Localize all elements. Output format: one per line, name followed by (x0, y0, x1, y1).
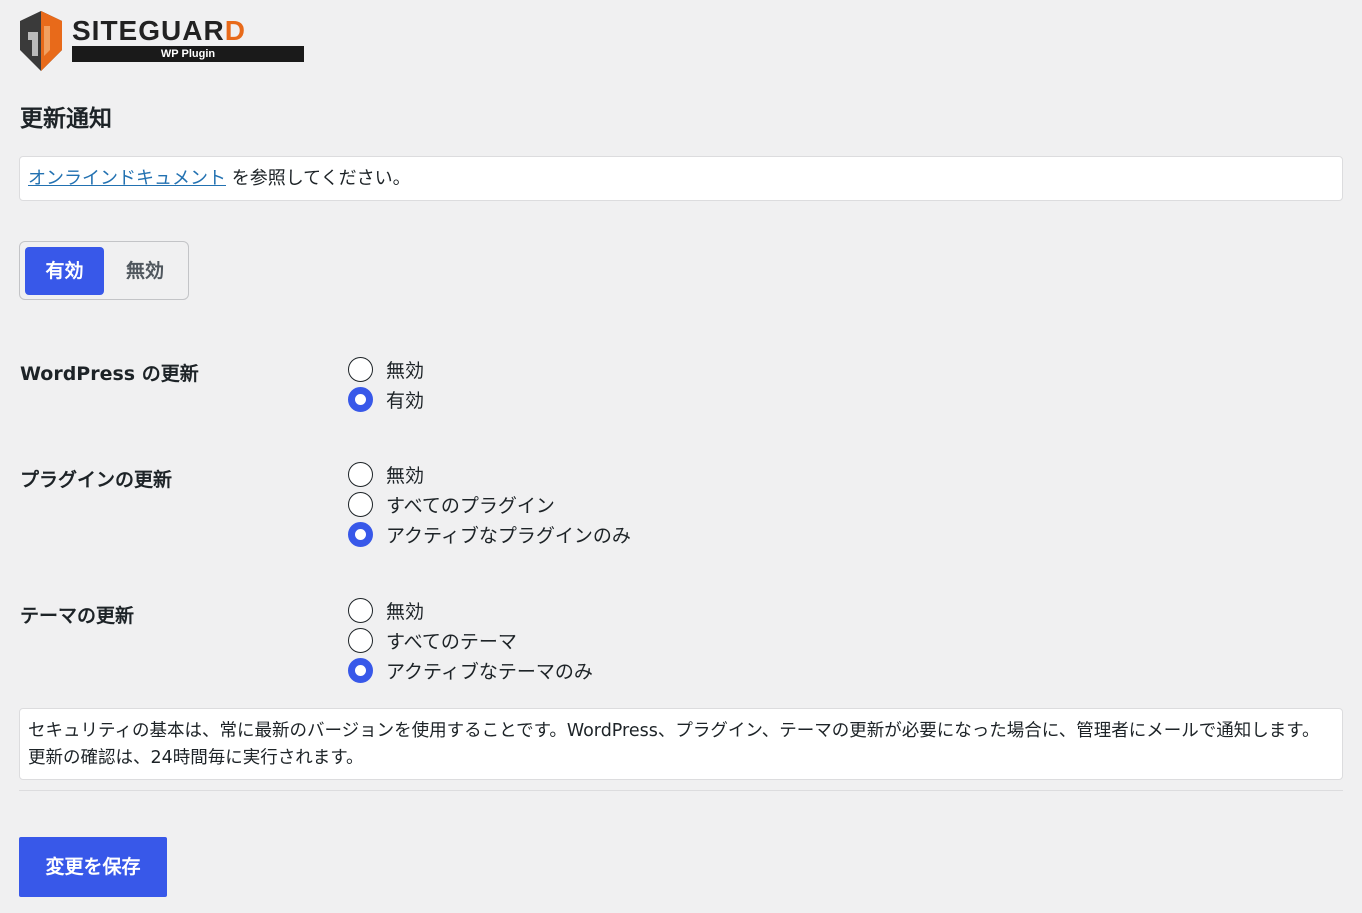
theme-update-option-disabled[interactable]: 無効 (348, 595, 424, 625)
divider (19, 790, 1343, 791)
logo-subtitle: WP Plugin (72, 46, 304, 62)
radio-checked-icon[interactable] (348, 521, 373, 547)
theme-update-option-active-only[interactable]: アクティブなテーマのみ (348, 655, 593, 685)
plugin-update-option-disabled[interactable]: 無効 (348, 459, 424, 489)
plugin-update-label: プラグインの更新 (20, 469, 173, 491)
siteguard-logo: SITEGUARD WP Plugin (18, 10, 308, 74)
plugin-update-option-all[interactable]: すべてのプラグイン (348, 489, 555, 519)
enable-toggle: 有効 無効 (19, 241, 189, 300)
plugin-update-option-active-only[interactable]: アクティブなプラグインのみ (348, 519, 631, 549)
documentation-notice: オンラインドキュメント を参照してください。 (19, 156, 1343, 201)
description-box: セキュリティの基本は、常に最新のバージョンを使用することです。WordPress… (19, 708, 1343, 780)
wordpress-update-label: WordPress の更新 (20, 363, 199, 385)
shield-logo-icon (20, 11, 62, 71)
radio-checked-icon[interactable] (348, 657, 373, 683)
radio-unchecked-icon[interactable] (348, 356, 373, 382)
theme-update-label: テーマの更新 (20, 605, 135, 627)
toggle-enable-button[interactable]: 有効 (25, 247, 104, 295)
radio-unchecked-icon[interactable] (348, 461, 373, 487)
wordpress-update-option-disabled[interactable]: 無効 (348, 354, 424, 384)
radio-unchecked-icon[interactable] (348, 627, 373, 653)
notice-text: を参照してください。 (226, 168, 411, 189)
online-document-link[interactable]: オンラインドキュメント (28, 168, 226, 189)
radio-checked-icon[interactable] (348, 386, 373, 412)
save-changes-button[interactable]: 変更を保存 (19, 837, 167, 897)
logo-wordmark: SITEGUARD (72, 15, 246, 46)
toggle-disable-button[interactable]: 無効 (106, 247, 184, 295)
theme-update-option-all[interactable]: すべてのテーマ (348, 625, 517, 655)
wordpress-update-option-enabled[interactable]: 有効 (348, 384, 424, 414)
radio-unchecked-icon[interactable] (348, 491, 373, 517)
page-title: 更新通知 (20, 106, 112, 132)
radio-unchecked-icon[interactable] (348, 597, 373, 623)
